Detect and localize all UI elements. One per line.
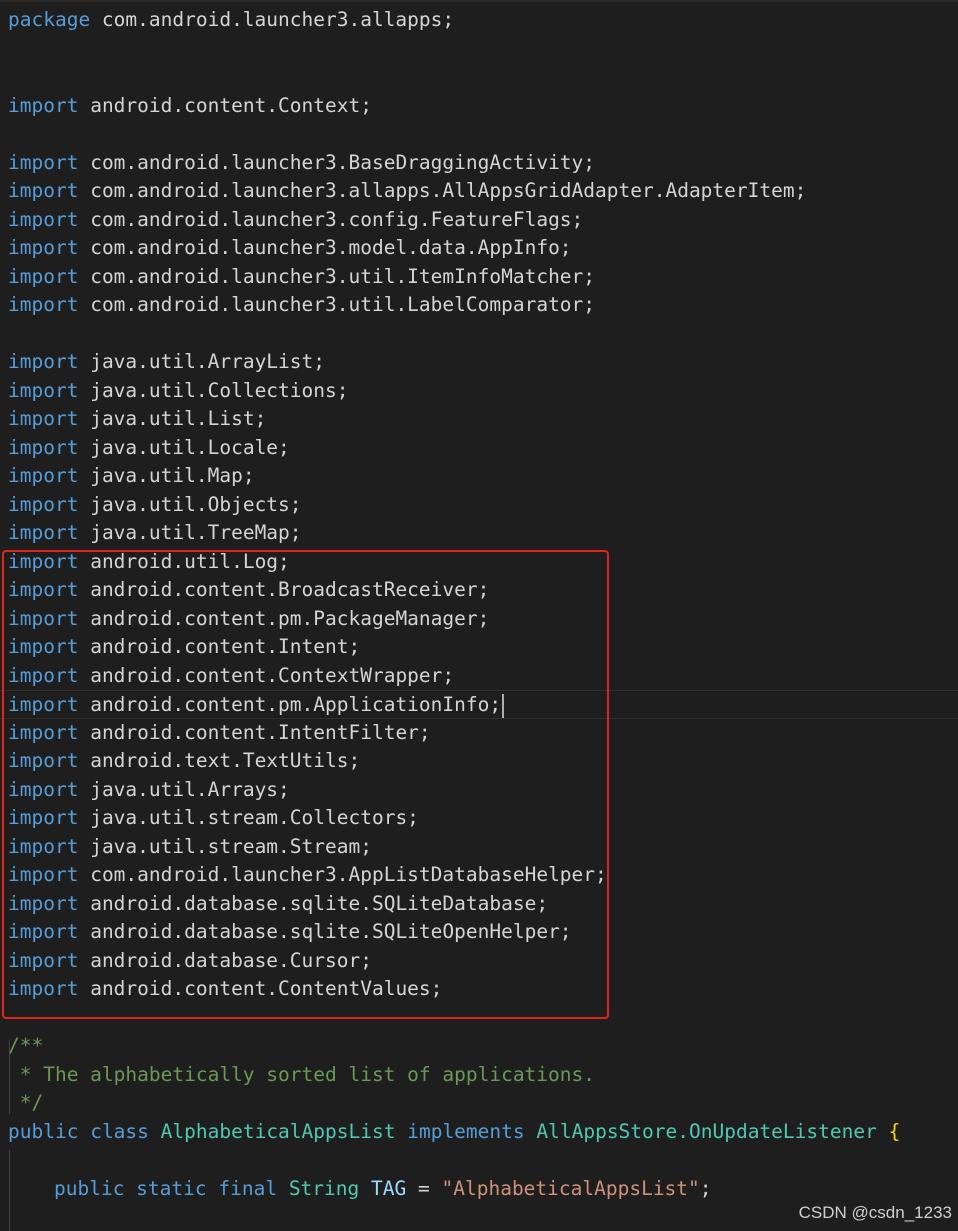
code-line-import: import java.util.Map; (0, 462, 958, 491)
string-literal: "AlphabeticalAppsList" (441, 1176, 700, 1200)
field-name: TAG (371, 1176, 407, 1200)
code-line-import: import java.util.List; (0, 405, 958, 434)
keyword-import: import (8, 236, 79, 259)
code-line-import: import java.util.Locale; (0, 434, 958, 463)
keyword-import: import (8, 264, 79, 288)
class-name: AlphabeticalAppsList (160, 1119, 396, 1143)
import-path: com.android.launcher3.config.FeatureFlag… (90, 207, 584, 231)
code-line-import: import com.android.launcher3.config.Feat… (0, 206, 958, 235)
code-line-comment-close: */ (0, 1089, 958, 1118)
code-line-import: import java.util.TreeMap; (0, 519, 958, 548)
import-path: java.util.List; (90, 407, 267, 430)
import-path: com.android.launcher3.model.data.AppInfo… (90, 236, 572, 259)
keyword-import: import (8, 464, 79, 487)
keyword-package: package (8, 8, 91, 31)
keyword-implements: implements (407, 1119, 525, 1143)
code-line-comment-body: * The alphabetically sorted list of appl… (0, 1061, 958, 1090)
editor-top-edge (0, 0, 958, 2)
keyword-import: import (8, 350, 79, 373)
keyword-import: import (8, 207, 79, 231)
code-line-import: import android.content.Context; (0, 92, 958, 121)
field-modifiers: public static final (54, 1176, 278, 1200)
import-path: java.util.ArrayList; (90, 350, 326, 373)
assign-operator: = (418, 1176, 430, 1200)
keyword-import: import (8, 378, 79, 402)
keyword-class: class (90, 1119, 149, 1143)
import-path: com.android.launcher3.BaseDraggingActivi… (90, 150, 596, 174)
indent-guide (9, 1150, 10, 1231)
interface-name: AllAppsStore.OnUpdateListener (536, 1119, 877, 1143)
keyword-public: public (8, 1119, 79, 1143)
code-line-comment-open: /** (0, 1032, 958, 1061)
doc-comment-open: /** (8, 1034, 44, 1057)
keyword-import: import (8, 492, 79, 516)
code-line-package: package com.android.launcher3.allapps; (0, 6, 958, 35)
code-line-import: import com.android.launcher3.model.data.… (0, 234, 958, 263)
code-line-import: import java.util.Collections; (0, 377, 958, 406)
keyword-import: import (8, 179, 79, 202)
keyword-import: import (8, 93, 79, 117)
code-line-field-declaration: public static final String TAG = "Alphab… (0, 1175, 958, 1204)
keyword-import: import (8, 435, 79, 459)
indent-guide (9, 1040, 10, 1114)
keyword-import: import (8, 521, 79, 544)
import-path: android.content.Context; (90, 93, 372, 117)
import-path: java.util.Objects; (90, 492, 302, 516)
import-path: java.util.Collections; (90, 378, 349, 402)
highlight-annotation-box (2, 550, 609, 1019)
code-line-class-declaration: public class AlphabeticalAppsList implem… (0, 1118, 958, 1147)
package-name: com.android.launcher3.allapps; (90, 8, 455, 31)
open-brace: { (888, 1119, 901, 1143)
import-path: java.util.TreeMap; (90, 521, 302, 544)
import-path: com.android.launcher3.util.LabelComparat… (90, 293, 596, 316)
import-path: com.android.launcher3.util.ItemInfoMatch… (90, 264, 596, 288)
keyword-import: import (8, 150, 79, 174)
field-type: String (288, 1176, 360, 1200)
import-path: java.util.Map; (90, 464, 255, 487)
doc-comment-close: */ (8, 1091, 44, 1114)
watermark: CSDN @csdn_1233 (798, 1203, 952, 1222)
code-line-import: import java.util.ArrayList; (0, 348, 958, 377)
code-line-import: import com.android.launcher3.util.ItemIn… (0, 263, 958, 292)
semicolon: ; (699, 1176, 712, 1200)
code-line-import: import java.util.Objects; (0, 491, 958, 520)
keyword-import: import (8, 293, 79, 316)
code-line-import: import com.android.launcher3.allapps.All… (0, 177, 958, 206)
import-path: com.android.launcher3.allapps.AllAppsGri… (90, 179, 807, 202)
import-path: java.util.Locale; (90, 435, 290, 459)
code-line-import: import com.android.launcher3.util.LabelC… (0, 291, 958, 320)
code-editor[interactable]: package com.android.launcher3.allapps; i… (0, 0, 958, 1231)
keyword-import: import (8, 407, 79, 430)
doc-comment-text: * The alphabetically sorted list of appl… (8, 1062, 595, 1086)
code-line-import: import com.android.launcher3.BaseDraggin… (0, 149, 958, 178)
